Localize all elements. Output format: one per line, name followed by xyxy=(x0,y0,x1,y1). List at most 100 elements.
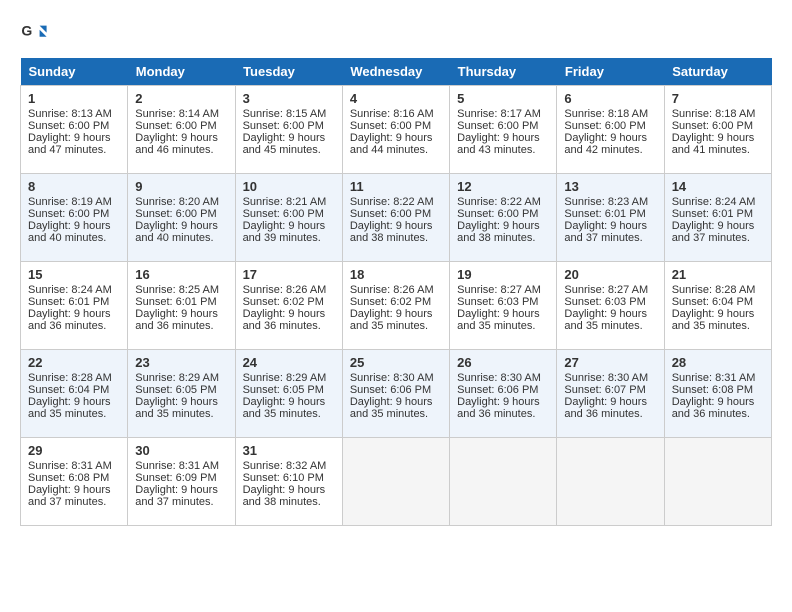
sunrise-text: Sunrise: 8:23 AM xyxy=(564,196,648,208)
sunset-text: Sunset: 6:01 PM xyxy=(135,296,216,308)
sunrise-text: Sunrise: 8:31 AM xyxy=(135,460,219,472)
sunrise-text: Sunrise: 8:15 AM xyxy=(243,108,327,120)
sunset-text: Sunset: 6:05 PM xyxy=(243,384,324,396)
sunrise-text: Sunrise: 8:31 AM xyxy=(672,372,756,384)
sunrise-text: Sunrise: 8:28 AM xyxy=(672,284,756,296)
calendar-cell: 27Sunrise: 8:30 AMSunset: 6:07 PMDayligh… xyxy=(557,350,664,438)
calendar-cell: 29Sunrise: 8:31 AMSunset: 6:08 PMDayligh… xyxy=(21,438,128,526)
sunrise-text: Sunrise: 8:18 AM xyxy=(564,108,648,120)
sunrise-text: Sunrise: 8:29 AM xyxy=(135,372,219,384)
sunset-text: Sunset: 6:08 PM xyxy=(672,384,753,396)
col-header-friday: Friday xyxy=(557,58,664,86)
day-number: 23 xyxy=(135,355,227,370)
sunset-text: Sunset: 6:00 PM xyxy=(564,120,645,132)
daylight-text: Daylight: 9 hours and 46 minutes. xyxy=(135,132,218,156)
day-number: 8 xyxy=(28,179,120,194)
week-row-5: 29Sunrise: 8:31 AMSunset: 6:08 PMDayligh… xyxy=(21,438,772,526)
calendar-cell: 13Sunrise: 8:23 AMSunset: 6:01 PMDayligh… xyxy=(557,174,664,262)
day-number: 16 xyxy=(135,267,227,282)
sunset-text: Sunset: 6:02 PM xyxy=(350,296,431,308)
daylight-text: Daylight: 9 hours and 36 minutes. xyxy=(243,308,326,332)
daylight-text: Daylight: 9 hours and 35 minutes. xyxy=(457,308,540,332)
daylight-text: Daylight: 9 hours and 38 minutes. xyxy=(457,220,540,244)
day-number: 12 xyxy=(457,179,549,194)
sunrise-text: Sunrise: 8:25 AM xyxy=(135,284,219,296)
sunset-text: Sunset: 6:00 PM xyxy=(457,208,538,220)
day-number: 29 xyxy=(28,443,120,458)
calendar-cell: 1Sunrise: 8:13 AMSunset: 6:00 PMDaylight… xyxy=(21,86,128,174)
day-number: 13 xyxy=(564,179,656,194)
day-number: 14 xyxy=(672,179,764,194)
day-number: 7 xyxy=(672,91,764,106)
calendar-cell: 10Sunrise: 8:21 AMSunset: 6:00 PMDayligh… xyxy=(235,174,342,262)
day-number: 4 xyxy=(350,91,442,106)
sunrise-text: Sunrise: 8:31 AM xyxy=(28,460,112,472)
daylight-text: Daylight: 9 hours and 35 minutes. xyxy=(350,308,433,332)
day-number: 25 xyxy=(350,355,442,370)
daylight-text: Daylight: 9 hours and 37 minutes. xyxy=(672,220,755,244)
calendar-cell: 18Sunrise: 8:26 AMSunset: 6:02 PMDayligh… xyxy=(342,262,449,350)
daylight-text: Daylight: 9 hours and 40 minutes. xyxy=(28,220,111,244)
day-number: 24 xyxy=(243,355,335,370)
daylight-text: Daylight: 9 hours and 36 minutes. xyxy=(457,396,540,420)
calendar-cell: 25Sunrise: 8:30 AMSunset: 6:06 PMDayligh… xyxy=(342,350,449,438)
sunrise-text: Sunrise: 8:22 AM xyxy=(457,196,541,208)
day-number: 15 xyxy=(28,267,120,282)
daylight-text: Daylight: 9 hours and 36 minutes. xyxy=(135,308,218,332)
calendar-cell: 9Sunrise: 8:20 AMSunset: 6:00 PMDaylight… xyxy=(128,174,235,262)
sunrise-text: Sunrise: 8:27 AM xyxy=(457,284,541,296)
sunset-text: Sunset: 6:06 PM xyxy=(350,384,431,396)
calendar-cell xyxy=(342,438,449,526)
calendar-cell: 19 Sunrise: 8:27 AMSunset: 6:03 PMDayligh… xyxy=(450,262,557,350)
calendar-cell: 15Sunrise: 8:24 AMSunset: 6:01 PMDayligh… xyxy=(21,262,128,350)
day-number: 20 xyxy=(564,267,656,282)
daylight-text: Daylight: 9 hours and 35 minutes. xyxy=(243,396,326,420)
calendar-cell: 31Sunrise: 8:32 AMSunset: 6:10 PMDayligh… xyxy=(235,438,342,526)
sunrise-text: Sunrise: 8:28 AM xyxy=(28,372,112,384)
sunset-text: Sunset: 6:00 PM xyxy=(457,120,538,132)
day-number: 21 xyxy=(672,267,764,282)
header-row: SundayMondayTuesdayWednesdayThursdayFrid… xyxy=(21,58,772,86)
calendar-cell: 12 Sunrise: 8:22 AMSunset: 6:00 PMDayligh… xyxy=(450,174,557,262)
day-number: 31 xyxy=(243,443,335,458)
sunset-text: Sunset: 6:00 PM xyxy=(350,120,431,132)
sunset-text: Sunset: 6:04 PM xyxy=(28,384,109,396)
daylight-text: Daylight: 9 hours and 47 minutes. xyxy=(28,132,111,156)
sunset-text: Sunset: 6:03 PM xyxy=(564,296,645,308)
calendar-table: SundayMondayTuesdayWednesdayThursdayFrid… xyxy=(20,58,772,526)
daylight-text: Daylight: 9 hours and 35 minutes. xyxy=(350,396,433,420)
day-number: 3 xyxy=(243,91,335,106)
week-row-3: 15Sunrise: 8:24 AMSunset: 6:01 PMDayligh… xyxy=(21,262,772,350)
page-header: G xyxy=(20,20,772,48)
daylight-text: Daylight: 9 hours and 44 minutes. xyxy=(350,132,433,156)
daylight-text: Daylight: 9 hours and 38 minutes. xyxy=(350,220,433,244)
calendar-cell: 23Sunrise: 8:29 AMSunset: 6:05 PMDayligh… xyxy=(128,350,235,438)
sunrise-text: Sunrise: 8:18 AM xyxy=(672,108,756,120)
week-row-2: 8Sunrise: 8:19 AMSunset: 6:00 PMDaylight… xyxy=(21,174,772,262)
calendar-cell: 14Sunrise: 8:24 AMSunset: 6:01 PMDayligh… xyxy=(664,174,771,262)
calendar-cell: 28Sunrise: 8:31 AMSunset: 6:08 PMDayligh… xyxy=(664,350,771,438)
calendar-cell: 24Sunrise: 8:29 AMSunset: 6:05 PMDayligh… xyxy=(235,350,342,438)
sunset-text: Sunset: 6:00 PM xyxy=(135,208,216,220)
calendar-cell: 7Sunrise: 8:18 AMSunset: 6:00 PMDaylight… xyxy=(664,86,771,174)
sunrise-text: Sunrise: 8:30 AM xyxy=(564,372,648,384)
calendar-cell: 26Sunrise: 8:30 AMSunset: 6:06 PMDayligh… xyxy=(450,350,557,438)
daylight-text: Daylight: 9 hours and 37 minutes. xyxy=(564,220,647,244)
sunset-text: Sunset: 6:00 PM xyxy=(135,120,216,132)
calendar-cell: 5Sunrise: 8:17 AMSunset: 6:00 PMDaylight… xyxy=(450,86,557,174)
daylight-text: Daylight: 9 hours and 40 minutes. xyxy=(135,220,218,244)
col-header-tuesday: Tuesday xyxy=(235,58,342,86)
sunset-text: Sunset: 6:05 PM xyxy=(135,384,216,396)
sunset-text: Sunset: 6:03 PM xyxy=(457,296,538,308)
day-number: 1 xyxy=(28,91,120,106)
daylight-text: Daylight: 9 hours and 42 minutes. xyxy=(564,132,647,156)
daylight-text: Daylight: 9 hours and 35 minutes. xyxy=(564,308,647,332)
calendar-cell: 22Sunrise: 8:28 AMSunset: 6:04 PMDayligh… xyxy=(21,350,128,438)
sunset-text: Sunset: 6:09 PM xyxy=(135,472,216,484)
day-number: 19 xyxy=(457,267,549,282)
sunset-text: Sunset: 6:10 PM xyxy=(243,472,324,484)
logo-icon: G xyxy=(20,20,48,48)
sunset-text: Sunset: 6:00 PM xyxy=(28,208,109,220)
day-number: 26 xyxy=(457,355,549,370)
sunrise-text: Sunrise: 8:21 AM xyxy=(243,196,327,208)
